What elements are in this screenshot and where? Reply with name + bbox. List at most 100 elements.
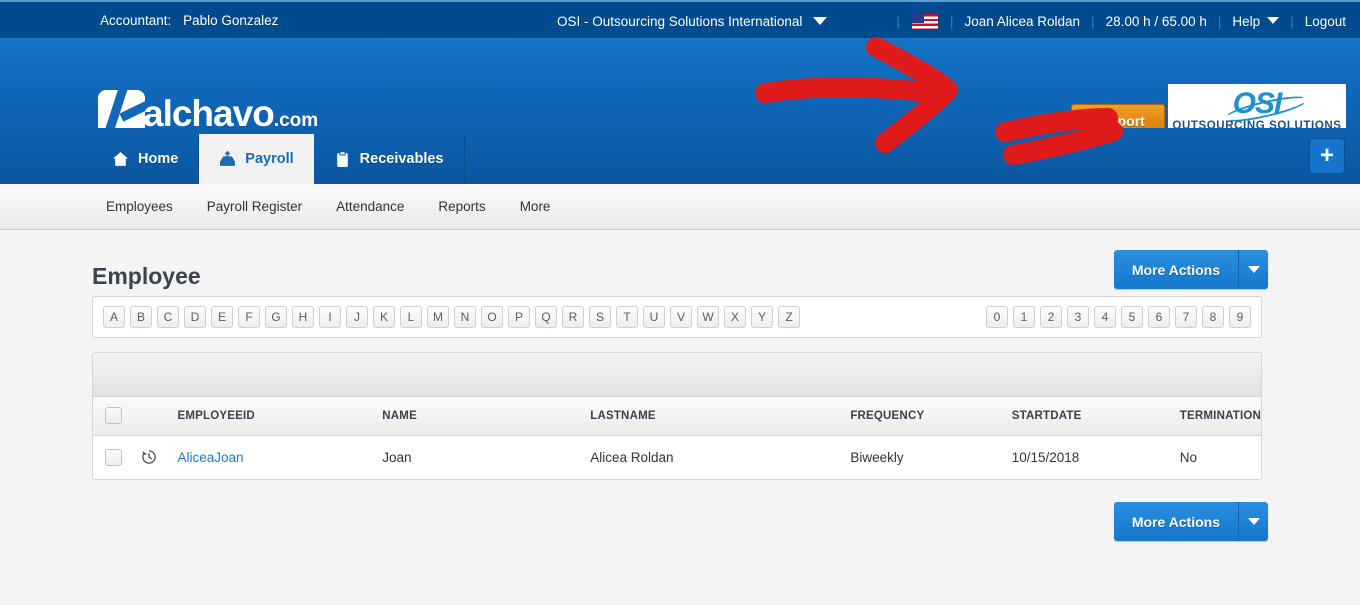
cell-lastname: Alicea Roldan (590, 435, 851, 479)
divider: | (1290, 13, 1294, 29)
alphabet-letters-group: ABCDEFGHIJKLMNOPQRSTUVWXYZ (103, 306, 800, 328)
table-header-row: EMPLOYEEID NAME LASTNAME FREQUENCY START… (93, 397, 1261, 436)
osi-mark-text: OSI (1221, 89, 1310, 127)
hours-counter: 28.00 h / 65.00 h (1105, 13, 1207, 29)
tab-home-label: Home (138, 151, 179, 167)
alpha-filter-k[interactable]: K (373, 306, 395, 328)
tab-home[interactable]: Home (92, 134, 200, 184)
chevron-down-icon (813, 17, 827, 25)
help-menu[interactable]: Help (1232, 13, 1280, 29)
alpha-filter-f[interactable]: F (238, 306, 260, 328)
alpha-filter-c[interactable]: C (157, 306, 179, 328)
employee-id-link[interactable]: AliceaJoan (177, 450, 243, 465)
accountant-label: Accountant: (100, 12, 172, 28)
subnav-item-payroll-register[interactable]: Payroll Register (207, 199, 302, 214)
subnav-item-more[interactable]: More (520, 199, 551, 214)
num-filter-2[interactable]: 2 (1040, 306, 1062, 328)
logout-link[interactable]: Logout (1305, 14, 1346, 29)
alphabet-filter-bar: ABCDEFGHIJKLMNOPQRSTUVWXYZ 0123456789 (92, 296, 1262, 338)
employee-table: EMPLOYEEID NAME LASTNAME FREQUENCY START… (93, 397, 1261, 479)
alpha-filter-j[interactable]: J (346, 306, 368, 328)
more-actions-button-top[interactable]: More Actions (1113, 250, 1268, 289)
top-right-group: | | Joan Alicea Roldan | 28.00 h / 65.00… (885, 2, 1346, 40)
num-filter-9[interactable]: 9 (1229, 306, 1251, 328)
select-all-header (93, 397, 141, 436)
clipboard-icon (336, 150, 348, 167)
employee-table-container: EMPLOYEEID NAME LASTNAME FREQUENCY START… (92, 352, 1262, 480)
alpha-filter-g[interactable]: G (265, 306, 287, 328)
alpha-filter-q[interactable]: Q (535, 306, 557, 328)
table-toolbar (93, 353, 1261, 397)
column-frequency[interactable]: FREQUENCY (850, 397, 1012, 436)
num-filter-6[interactable]: 6 (1148, 306, 1170, 328)
payroll-inbox-icon (220, 150, 236, 166)
subnav-item-reports[interactable]: Reports (438, 199, 485, 214)
alpha-filter-e[interactable]: E (211, 306, 233, 328)
cell-employeeid: AliceaJoan (177, 435, 383, 479)
alpha-filter-w[interactable]: W (697, 306, 719, 328)
alpha-filter-s[interactable]: S (589, 306, 611, 328)
tab-payroll[interactable]: Payroll (199, 134, 314, 184)
chevron-down-icon[interactable] (1238, 502, 1268, 541)
divider: | (1091, 13, 1095, 29)
select-all-checkbox[interactable] (105, 407, 122, 425)
num-filter-7[interactable]: 7 (1175, 306, 1197, 328)
site-header: alchavo.com Support OSI OUTSOURCING SOLU… (0, 38, 1360, 158)
alpha-filter-v[interactable]: V (670, 306, 692, 328)
table-head: EMPLOYEEID NAME LASTNAME FREQUENCY START… (93, 397, 1261, 436)
column-termination[interactable]: TERMINATION (1179, 397, 1261, 436)
column-lastname[interactable]: LASTNAME (590, 397, 851, 436)
cell-startdate: 10/15/2018 (1011, 435, 1180, 479)
column-name[interactable]: NAME (382, 397, 591, 436)
alpha-filter-z[interactable]: Z (778, 306, 800, 328)
company-selector[interactable]: OSI - Outsourcing Solutions Internationa… (557, 2, 827, 40)
table-row[interactable]: AliceaJoan Joan Alicea Roldan Biweekly 1… (93, 435, 1261, 479)
more-actions-button-bottom[interactable]: More Actions (1113, 502, 1268, 541)
app-root: Accountant: Pablo Gonzalez OSI - Outsour… (0, 0, 1360, 605)
user-name[interactable]: Joan Alicea Roldan (964, 14, 1080, 29)
alpha-filter-y[interactable]: Y (751, 306, 773, 328)
num-filter-1[interactable]: 1 (1013, 306, 1035, 328)
num-filter-5[interactable]: 5 (1121, 306, 1143, 328)
num-filter-4[interactable]: 4 (1094, 306, 1116, 328)
alpha-filter-h[interactable]: H (292, 306, 314, 328)
alpha-filter-u[interactable]: U (643, 306, 665, 328)
num-filter-3[interactable]: 3 (1067, 306, 1089, 328)
cell-name: Joan (382, 435, 591, 479)
num-filter-8[interactable]: 8 (1202, 306, 1224, 328)
tab-receivables[interactable]: Receivables (314, 134, 465, 184)
alpha-filter-b[interactable]: B (130, 306, 152, 328)
sub-navigation: Employees Payroll Register Attendance Re… (0, 184, 1360, 230)
column-employeeid[interactable]: EMPLOYEEID (177, 397, 383, 436)
history-clock-icon[interactable] (140, 448, 158, 466)
alpha-filter-t[interactable]: T (616, 306, 638, 328)
alpha-filter-i[interactable]: I (319, 306, 341, 328)
alpha-filter-d[interactable]: D (184, 306, 206, 328)
row-checkbox[interactable] (105, 448, 122, 466)
alphabet-numbers-group: 0123456789 (986, 306, 1251, 328)
tab-payroll-label: Payroll (245, 151, 294, 167)
us-flag-icon[interactable] (910, 12, 939, 30)
subnav-item-employees[interactable]: Employees (106, 199, 173, 214)
chevron-down-icon[interactable] (1238, 250, 1268, 289)
chevron-down-icon (1267, 16, 1280, 24)
divider: | (949, 13, 954, 29)
alpha-filter-a[interactable]: A (103, 306, 125, 328)
history-header (140, 397, 178, 436)
top-utility-bar: Accountant: Pablo Gonzalez OSI - Outsour… (0, 0, 1360, 38)
num-filter-0[interactable]: 0 (986, 306, 1008, 328)
accountant-info: Accountant: Pablo Gonzalez (100, 13, 278, 28)
add-button[interactable]: + (1309, 138, 1345, 174)
table-body: AliceaJoan Joan Alicea Roldan Biweekly 1… (93, 435, 1261, 479)
company-name: OSI - Outsourcing Solutions Internationa… (557, 13, 803, 29)
alpha-filter-o[interactable]: O (481, 306, 503, 328)
alpha-filter-p[interactable]: P (508, 306, 530, 328)
alpha-filter-r[interactable]: R (562, 306, 584, 328)
alpha-filter-x[interactable]: X (724, 306, 746, 328)
column-startdate[interactable]: STARTDATE (1011, 397, 1180, 436)
alpha-filter-l[interactable]: L (400, 306, 422, 328)
subnav-item-attendance[interactable]: Attendance (336, 199, 404, 214)
alpha-filter-m[interactable]: M (427, 306, 449, 328)
alpha-filter-n[interactable]: N (454, 306, 476, 328)
help-label: Help (1232, 13, 1261, 29)
